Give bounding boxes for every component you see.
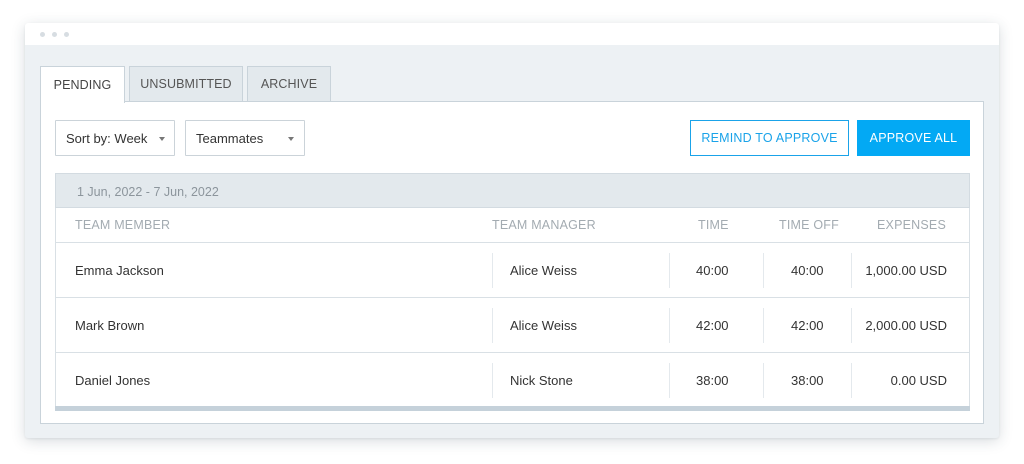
tab-archive[interactable]: ARCHIVE — [247, 66, 331, 102]
sort-by-label: Sort by: Week — [66, 131, 148, 146]
cell-divider — [492, 253, 493, 288]
time-cell: 42:00 — [696, 318, 729, 333]
chevron-down-icon — [159, 137, 165, 141]
team-member-cell: Emma Jackson — [75, 263, 164, 278]
tab-pending[interactable]: PENDING — [40, 66, 125, 103]
date-range-header: 1 Jun, 2022 - 7 Jun, 2022 — [55, 173, 970, 208]
table-header: TEAM MEMBER TEAM MANAGER TIME TIME OFF E… — [55, 208, 970, 243]
team-manager-cell: Alice Weiss — [510, 263, 577, 278]
cell-divider — [669, 253, 670, 288]
cell-divider — [669, 363, 670, 398]
chevron-down-icon — [288, 137, 294, 141]
table-row[interactable]: Emma Jackson Alice Weiss 40:00 40:00 1,0… — [55, 243, 970, 298]
time-cell: 38:00 — [696, 373, 729, 388]
remind-to-approve-button[interactable]: REMIND TO APPROVE — [690, 120, 849, 156]
approve-all-button[interactable]: APPROVE ALL — [857, 120, 970, 156]
window-control-dot[interactable] — [40, 32, 45, 37]
window-titlebar — [25, 23, 999, 45]
time-off-cell: 40:00 — [791, 263, 824, 278]
table-row[interactable]: Daniel Jones Nick Stone 38:00 38:00 0.00… — [55, 353, 970, 408]
sort-by-select[interactable]: Sort by: Week — [55, 120, 175, 156]
cell-divider — [763, 308, 764, 343]
cell-divider — [492, 363, 493, 398]
expenses-cell: 0.00 USD — [890, 373, 947, 388]
column-header-team-manager: TEAM MANAGER — [492, 218, 596, 232]
column-header-time-off: TIME OFF — [779, 218, 839, 232]
cell-divider — [851, 308, 852, 343]
team-manager-cell: Alice Weiss — [510, 318, 577, 333]
expenses-cell: 2,000.00 USD — [865, 318, 947, 333]
column-header-team-member: TEAM MEMBER — [75, 218, 171, 232]
teammates-select[interactable]: Teammates — [185, 120, 305, 156]
team-member-cell: Daniel Jones — [75, 373, 151, 388]
time-off-cell: 38:00 — [791, 373, 824, 388]
timesheet-table: 1 Jun, 2022 - 7 Jun, 2022 TEAM MEMBER TE… — [55, 173, 970, 411]
teammates-label: Teammates — [196, 131, 264, 146]
window-control-dot[interactable] — [52, 32, 57, 37]
app-window: PENDING UNSUBMITTED ARCHIVE Sort by: Wee… — [25, 23, 999, 438]
table-row[interactable]: Mark Brown Alice Weiss 42:00 42:00 2,000… — [55, 298, 970, 353]
pending-panel: Sort by: Week Teammates REMIND TO APPROV… — [40, 101, 984, 424]
column-header-time: TIME — [698, 218, 729, 232]
cell-divider — [763, 363, 764, 398]
cell-divider — [851, 363, 852, 398]
cell-divider — [669, 308, 670, 343]
window-control-dot[interactable] — [64, 32, 69, 37]
date-range: 1 Jun, 2022 - 7 Jun, 2022 — [77, 185, 219, 199]
cell-divider — [492, 308, 493, 343]
horizontal-scrollbar[interactable] — [55, 406, 970, 411]
cell-divider — [851, 253, 852, 288]
time-off-cell: 42:00 — [791, 318, 824, 333]
team-member-cell: Mark Brown — [75, 318, 145, 333]
column-header-expenses: EXPENSES — [877, 218, 946, 232]
time-cell: 40:00 — [696, 263, 729, 278]
team-manager-cell: Nick Stone — [510, 373, 573, 388]
tab-unsubmitted[interactable]: UNSUBMITTED — [129, 66, 243, 102]
cell-divider — [763, 253, 764, 288]
expenses-cell: 1,000.00 USD — [865, 263, 947, 278]
